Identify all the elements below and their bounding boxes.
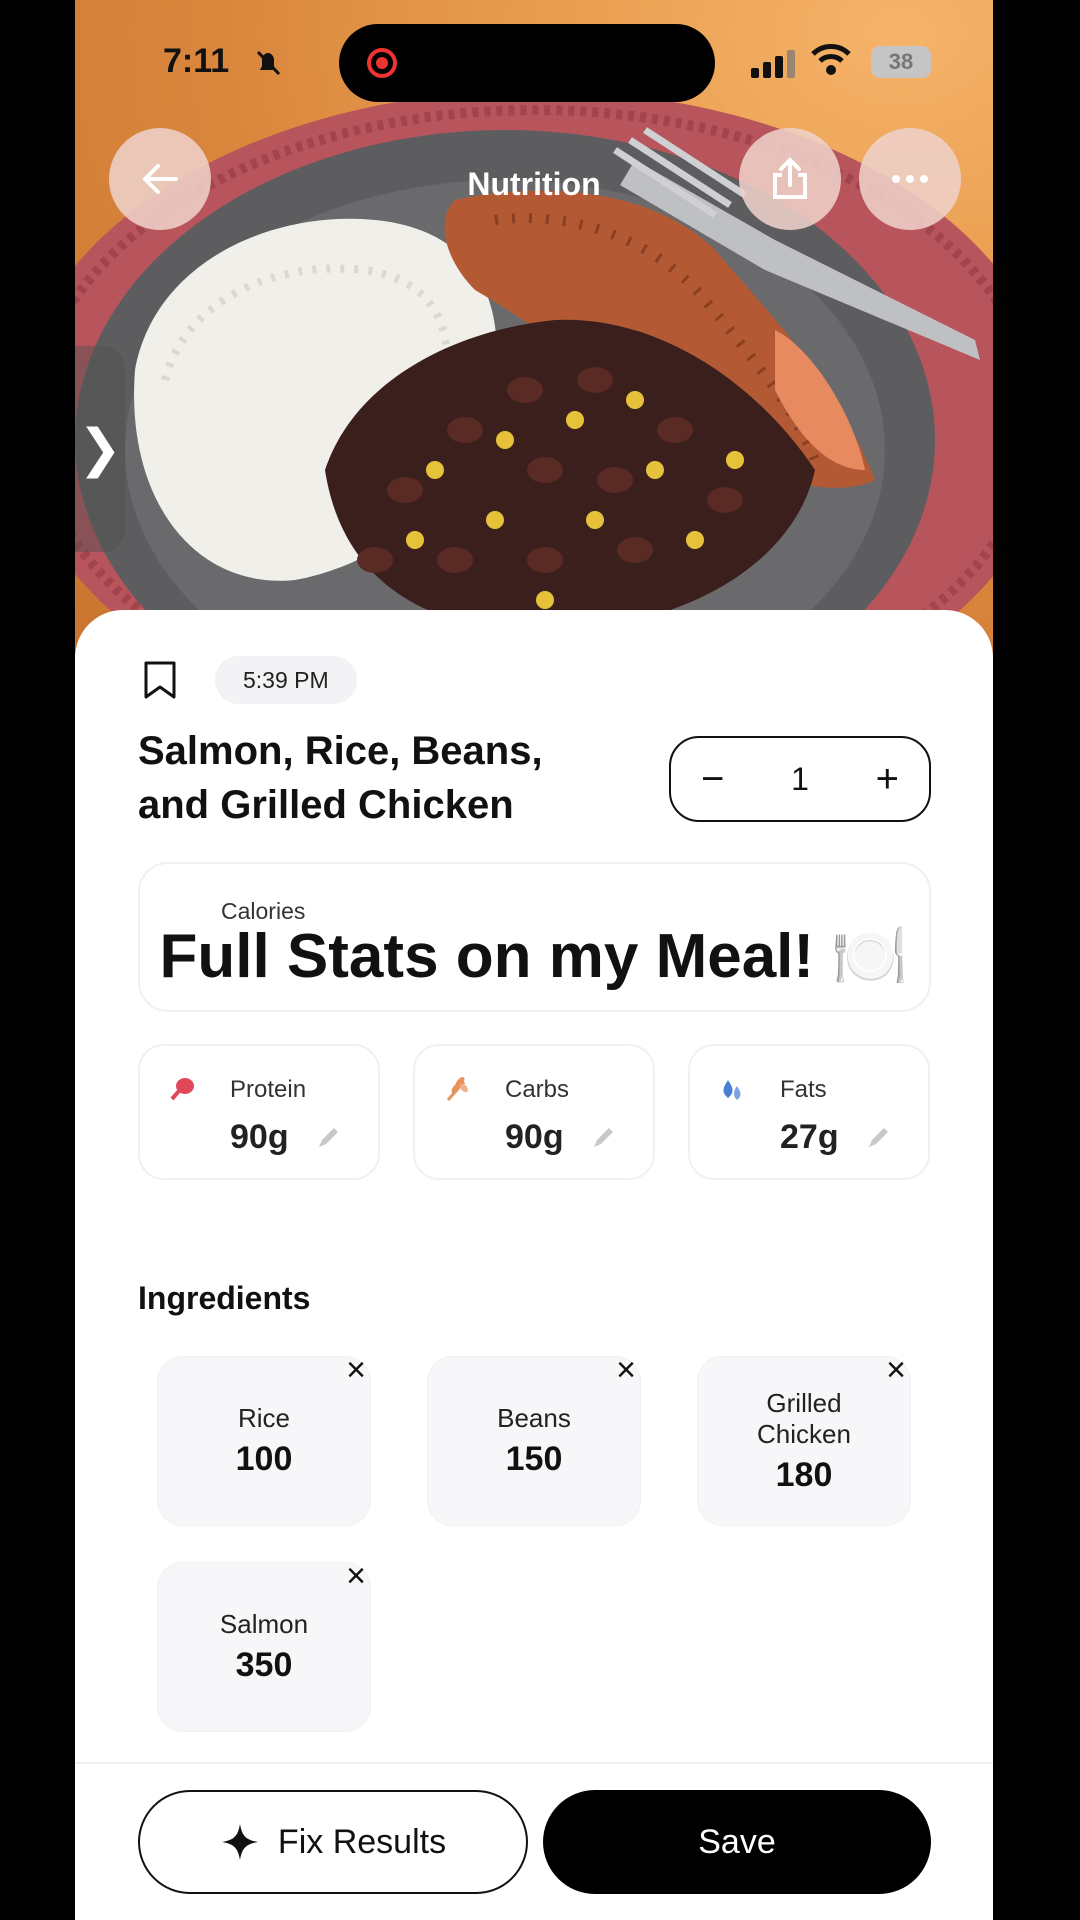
macro-label: Fats bbox=[780, 1076, 827, 1103]
macro-card-protein[interactable]: Protein 90g bbox=[138, 1044, 380, 1180]
meal-title: Salmon, Rice, Beans, and Grilled Chicken bbox=[138, 729, 543, 827]
save-label: Save bbox=[698, 1822, 776, 1861]
servings-stepper: − 1 + bbox=[669, 736, 931, 822]
macro-card-fats[interactable]: Fats 27g bbox=[688, 1044, 930, 1180]
meal-time-badge: 5:39 PM bbox=[215, 656, 357, 704]
bookmark-button[interactable] bbox=[143, 660, 177, 700]
ingredient-name: Salmon bbox=[219, 1609, 309, 1639]
remove-icon[interactable]: × bbox=[340, 1559, 372, 1593]
fix-results-label: Fix Results bbox=[277, 1822, 447, 1861]
cell-signal-icon bbox=[751, 50, 795, 78]
macro-value: 90g bbox=[230, 1118, 289, 1156]
macro-value: 27g bbox=[780, 1118, 839, 1156]
ingredient-value: 180 bbox=[775, 1455, 833, 1494]
droplets-icon bbox=[718, 1076, 746, 1104]
page-title: Nutrition bbox=[467, 166, 601, 202]
share-button[interactable] bbox=[739, 128, 841, 230]
bell-muted-icon bbox=[256, 50, 281, 76]
pencil-icon[interactable] bbox=[866, 1126, 890, 1150]
ingredient-value: 100 bbox=[235, 1440, 293, 1478]
more-options-button[interactable] bbox=[859, 128, 961, 230]
pencil-icon[interactable] bbox=[316, 1126, 340, 1150]
status-time: 7:11 bbox=[163, 42, 230, 80]
battery-indicator: 38 bbox=[871, 46, 931, 78]
drumstick-icon bbox=[168, 1076, 196, 1104]
macro-value: 90g bbox=[505, 1118, 564, 1156]
side-panel-handle[interactable]: ❯ bbox=[75, 346, 125, 552]
ingredients-heading: Ingredients bbox=[138, 1280, 311, 1316]
servings-value: 1 bbox=[791, 760, 809, 797]
ingredient-name: Rice bbox=[237, 1403, 290, 1433]
nutrition-card: 5:39 PM Salmon, Rice, Beans, and Grilled… bbox=[75, 610, 993, 1920]
ingredient-card-grilled-chicken[interactable]: × Grilled Chicken 180 bbox=[697, 1353, 912, 1526]
macro-label: Carbs bbox=[505, 1076, 570, 1103]
ingredient-value: 350 bbox=[235, 1646, 293, 1684]
ingredient-card-beans[interactable]: × Beans 150 bbox=[427, 1353, 642, 1526]
macro-card-carbs[interactable]: Carbs 90g bbox=[413, 1044, 655, 1180]
wifi-icon bbox=[811, 44, 851, 75]
ingredient-card-salmon[interactable]: × Salmon 350 bbox=[157, 1559, 372, 1732]
app-screen: 7:11 38 Nutrition ❯ 5:39 PM Salmon, Rice… bbox=[75, 0, 993, 1920]
ingredient-card-rice[interactable]: × Rice 100 bbox=[157, 1353, 372, 1526]
divider bbox=[75, 1762, 993, 1764]
ingredient-name: Grilled Chicken bbox=[757, 1387, 851, 1449]
share-icon bbox=[773, 157, 807, 199]
ellipsis-icon bbox=[892, 175, 928, 183]
remove-icon[interactable]: × bbox=[340, 1353, 372, 1387]
decrement-button[interactable]: − bbox=[701, 757, 724, 802]
video-caption: Full Stats on my Meal! 🍽️ bbox=[159, 922, 909, 991]
save-button[interactable]: Save bbox=[543, 1790, 931, 1894]
macro-label: Protein bbox=[230, 1076, 307, 1103]
remove-icon[interactable]: × bbox=[610, 1353, 642, 1387]
chevron-right-icon: ❯ bbox=[78, 420, 122, 478]
increment-button[interactable]: + bbox=[876, 757, 899, 802]
sparkle-icon bbox=[221, 1824, 258, 1860]
ingredient-value: 150 bbox=[505, 1440, 563, 1478]
recording-icon bbox=[367, 48, 397, 78]
fix-results-button[interactable]: Fix Results bbox=[138, 1790, 528, 1894]
pencil-icon[interactable] bbox=[591, 1126, 615, 1150]
ingredient-name: Beans bbox=[497, 1403, 571, 1433]
remove-icon[interactable]: × bbox=[880, 1353, 912, 1387]
dynamic-island bbox=[339, 24, 715, 102]
wheat-icon bbox=[443, 1076, 471, 1104]
